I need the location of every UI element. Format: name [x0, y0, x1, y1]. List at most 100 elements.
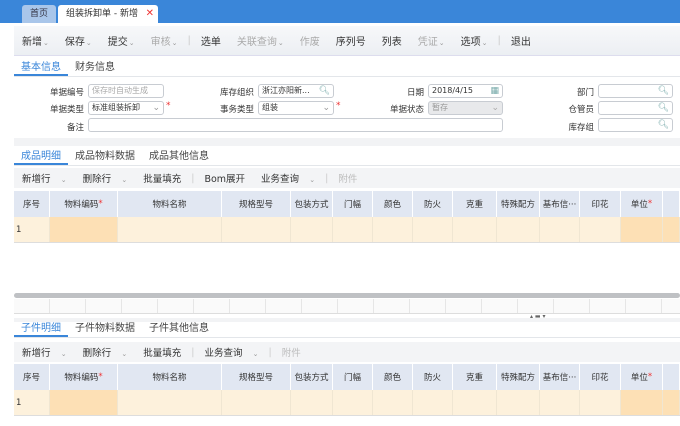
column-header[interactable]: 颜色: [373, 364, 413, 390]
column-header[interactable]: [663, 191, 680, 217]
column-header[interactable]: 物料编码 *: [50, 364, 118, 390]
column-header[interactable]: 规格型号: [222, 191, 291, 217]
tab-product-other[interactable]: 成品其他信息: [142, 149, 216, 165]
column-header[interactable]: 印花: [580, 364, 621, 390]
grid-cell[interactable]: [413, 390, 453, 415]
column-header[interactable]: 门幅: [333, 191, 373, 217]
column-header[interactable]: 单位 *: [621, 364, 663, 390]
grid-cell[interactable]: [118, 390, 222, 415]
column-header[interactable]: 包装方式: [291, 191, 333, 217]
bill-type-select[interactable]: 标准组装拆卸 ⌄: [88, 101, 164, 115]
grid-button-3[interactable]: Bom展开: [196, 171, 253, 185]
column-header[interactable]: 基布信···: [540, 364, 580, 390]
table-row[interactable]: 1: [14, 217, 680, 243]
toolbar-button-11[interactable]: 退出: [503, 33, 539, 48]
table-row[interactable]: 1: [14, 390, 680, 416]
biz-type-select[interactable]: 组装 ⌄: [258, 101, 334, 115]
dept-input[interactable]: 🔍︎: [598, 84, 673, 98]
toolbar-button-10[interactable]: 选项⌄: [453, 33, 496, 48]
column-header[interactable]: 规格型号: [222, 364, 291, 390]
stock-group-input[interactable]: 🔍︎: [598, 118, 673, 132]
tab-basic-info[interactable]: 基本信息: [14, 60, 68, 76]
column-header[interactable]: 克重: [453, 191, 497, 217]
horizontal-scrollbar[interactable]: [14, 293, 680, 298]
grid-button-2[interactable]: 批量填充: [135, 345, 189, 359]
toolbar-button-1[interactable]: 保存⌄: [57, 33, 100, 48]
grid-cell[interactable]: [333, 390, 373, 415]
column-header[interactable]: 单位 *: [621, 191, 663, 217]
search-icon[interactable]: 🔍︎: [319, 85, 330, 97]
tab-home[interactable]: 首页: [22, 5, 56, 23]
grid-cell[interactable]: [50, 390, 118, 415]
search-icon[interactable]: 🔍︎: [658, 102, 669, 114]
column-header[interactable]: 物料名称: [118, 191, 222, 217]
column-header[interactable]: 特殊配方: [497, 191, 540, 217]
toolbar-button-0[interactable]: 新增⌄: [14, 33, 57, 48]
grid-cell[interactable]: [497, 217, 540, 242]
grid-cell[interactable]: [453, 217, 497, 242]
tab-component-material[interactable]: 子件物料数据: [68, 321, 142, 337]
column-header[interactable]: 颜色: [373, 191, 413, 217]
grid-cell[interactable]: [540, 390, 580, 415]
grid-cell[interactable]: 1: [14, 217, 50, 242]
tab-finance-info[interactable]: 财务信息: [68, 60, 122, 76]
stock-org-input[interactable]: 浙江亦阳新... 🔍︎: [258, 84, 334, 98]
column-header[interactable]: 防火: [413, 191, 453, 217]
grid-button-1[interactable]: 删除行 ⌄: [75, 171, 136, 185]
toolbar-button-4[interactable]: 选单: [193, 33, 229, 48]
column-header[interactable]: 克重: [453, 364, 497, 390]
grid-button-1[interactable]: 删除行 ⌄: [75, 345, 136, 359]
column-header[interactable]: [663, 364, 680, 390]
grid-cell[interactable]: [333, 217, 373, 242]
tab-product-material[interactable]: 成品物料数据: [68, 149, 142, 165]
grid-button-0[interactable]: 新增行 ⌄: [14, 171, 75, 185]
column-header[interactable]: 印花: [580, 191, 621, 217]
grid-cell[interactable]: [580, 217, 621, 242]
column-header[interactable]: 包装方式: [291, 364, 333, 390]
search-icon[interactable]: 🔍︎: [658, 119, 669, 131]
grid-cell[interactable]: [580, 390, 621, 415]
column-header[interactable]: 序号: [14, 364, 50, 390]
grid-cell[interactable]: [373, 390, 413, 415]
column-header[interactable]: 基布信···: [540, 191, 580, 217]
grid-cell[interactable]: [453, 390, 497, 415]
grid-cell[interactable]: [373, 217, 413, 242]
search-icon[interactable]: 🔍︎: [658, 85, 669, 97]
grid-cell[interactable]: [621, 390, 663, 415]
grid-cell[interactable]: [663, 217, 680, 242]
keeper-input[interactable]: 🔍︎: [598, 101, 673, 115]
grid-cell[interactable]: [663, 390, 680, 415]
grid-button-3[interactable]: 业务查询 ⌄: [196, 345, 266, 359]
toolbar-button-2[interactable]: 提交⌄: [100, 33, 143, 48]
grid-cell[interactable]: [497, 390, 540, 415]
column-header[interactable]: 特殊配方: [497, 364, 540, 390]
tab-component-other[interactable]: 子件其他信息: [142, 321, 216, 337]
grid-cell[interactable]: [222, 390, 291, 415]
date-input[interactable]: 2018/4/15 ▦: [428, 84, 503, 98]
grid-button-0[interactable]: 新增行 ⌄: [14, 345, 75, 359]
grid-cell[interactable]: [50, 217, 118, 242]
grid-cell[interactable]: [621, 217, 663, 242]
grid-button-4[interactable]: 业务查询 ⌄: [253, 171, 323, 185]
grid-cell[interactable]: [291, 390, 333, 415]
column-header[interactable]: 物料名称: [118, 364, 222, 390]
toolbar-button-7[interactable]: 序列号: [328, 33, 374, 48]
grid-button-2[interactable]: 批量填充: [135, 171, 189, 185]
tab-component-detail[interactable]: 子件明细: [14, 321, 68, 337]
grid-cell[interactable]: [118, 217, 222, 242]
bill-no-input[interactable]: 保存时自动生成: [88, 84, 164, 98]
grid-cell[interactable]: [413, 217, 453, 242]
grid-cell[interactable]: [540, 217, 580, 242]
close-icon[interactable]: ✕: [146, 5, 154, 23]
column-header[interactable]: 门幅: [333, 364, 373, 390]
calendar-icon[interactable]: ▦: [490, 85, 499, 97]
grid-cell[interactable]: [222, 217, 291, 242]
tab-assembly-order-new[interactable]: 组装拆卸单 - 新增 ✕: [58, 5, 158, 23]
toolbar-button-8[interactable]: 列表: [374, 33, 410, 48]
remark-input[interactable]: [88, 118, 503, 132]
column-header[interactable]: 防火: [413, 364, 453, 390]
grid-cell[interactable]: [291, 217, 333, 242]
column-header[interactable]: 物料编码 *: [50, 191, 118, 217]
tab-product-detail[interactable]: 成品明细: [14, 149, 68, 165]
grid-cell[interactable]: 1: [14, 390, 50, 415]
